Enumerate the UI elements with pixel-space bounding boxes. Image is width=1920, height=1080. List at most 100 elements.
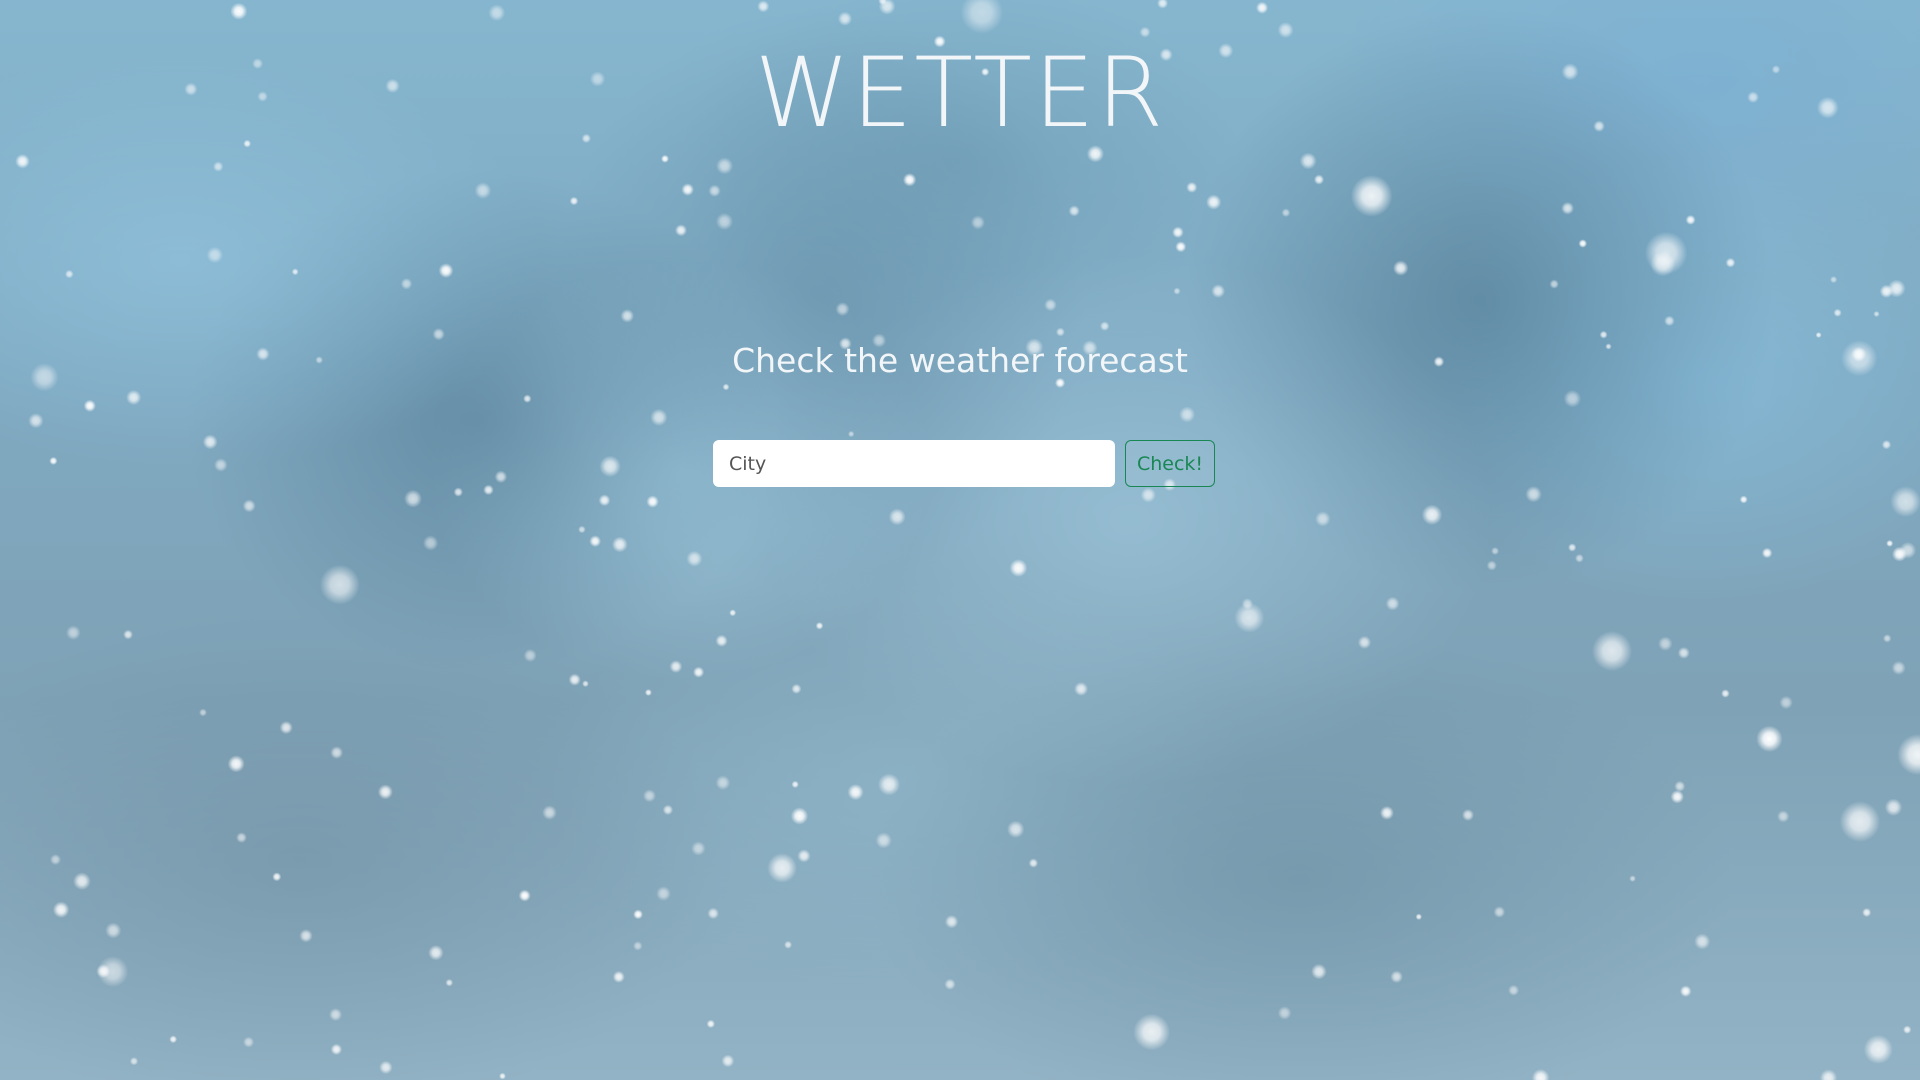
snowflake (837, 11, 853, 26)
snowflake (377, 784, 393, 800)
snowflake (1068, 205, 1080, 217)
snowflake (715, 775, 731, 790)
snowflake (1277, 1006, 1292, 1020)
snowflake (633, 941, 643, 951)
snowflake (291, 268, 299, 276)
snowflake (52, 901, 70, 918)
snowflake (1525, 486, 1542, 503)
snowflake (1883, 634, 1892, 643)
snowflake (1179, 406, 1196, 423)
snowflake (686, 550, 703, 567)
snowflake (1899, 541, 1917, 559)
snowflake (299, 929, 313, 943)
snowflake (422, 535, 439, 551)
snowflake (65, 269, 74, 279)
snowflake (1315, 511, 1331, 527)
snowflake (582, 680, 589, 688)
snowflake (1575, 553, 1584, 563)
snowflake (1679, 985, 1692, 997)
snowflake (656, 886, 671, 901)
snowflake (644, 689, 652, 696)
snowflake (878, 0, 896, 15)
snowflake (944, 978, 956, 990)
snowflake (319, 564, 360, 605)
snowflake (1385, 596, 1400, 611)
check-button[interactable]: Check! (1125, 440, 1215, 487)
snowflake (438, 263, 454, 278)
snowflake (523, 648, 537, 663)
snowflake (96, 964, 111, 979)
snowflake (453, 487, 463, 497)
snowflake (797, 849, 811, 863)
snowflake (784, 940, 793, 949)
snowflake (1756, 725, 1783, 752)
snowflake (1862, 907, 1872, 918)
snowflake (791, 683, 802, 695)
snowflake (1563, 389, 1582, 408)
snowflake (708, 184, 721, 197)
snowflake (1415, 913, 1423, 920)
snowflake (790, 807, 809, 825)
snowflake (1044, 298, 1057, 312)
snowflake (1568, 543, 1577, 552)
snowflake (1833, 308, 1842, 317)
snowflake (611, 536, 628, 553)
snowflake (1873, 310, 1880, 318)
snowflake (815, 622, 824, 630)
snowflake (835, 302, 850, 317)
snowflake (721, 1054, 735, 1068)
snowflake (28, 413, 44, 429)
snowflake (1009, 559, 1028, 577)
snowflake (1664, 315, 1675, 327)
snowflake (1670, 790, 1685, 804)
snowflake (1886, 539, 1894, 547)
snowflake (1685, 214, 1696, 225)
snowflake (1881, 440, 1892, 450)
snowflake (73, 872, 91, 890)
snowflake (49, 456, 58, 465)
snowflake (1677, 646, 1690, 659)
snowflake (542, 805, 557, 820)
snowflake (230, 2, 248, 20)
snowflake (715, 212, 734, 231)
city-input[interactable] (713, 440, 1115, 487)
snowflake (400, 278, 413, 290)
snowflake (888, 508, 906, 526)
snowflake (1211, 284, 1226, 298)
snowflake (1379, 805, 1394, 820)
snowflake (1390, 970, 1403, 984)
snowflake (279, 721, 293, 735)
snowflake (488, 4, 506, 22)
snowflake (599, 455, 621, 477)
snowflake (1531, 1069, 1550, 1080)
snowflake (1578, 239, 1588, 248)
snowflake (445, 978, 454, 987)
snowflake (1206, 194, 1222, 210)
snowflake (379, 1060, 393, 1075)
snowflake (1903, 1025, 1912, 1034)
snowflake (729, 609, 737, 617)
snowflake (1175, 241, 1187, 253)
snowflake (848, 430, 855, 438)
snowflake (1234, 602, 1265, 633)
snowflake (483, 484, 494, 496)
snowflake (1839, 801, 1881, 842)
snowflake (1313, 174, 1325, 185)
snowflake (83, 399, 96, 412)
snowflake (1393, 260, 1409, 276)
snowflake (675, 224, 687, 237)
snowflake (1099, 321, 1110, 331)
snowflake (791, 780, 799, 789)
snowflake (129, 1057, 139, 1066)
snowflake (105, 922, 122, 939)
snowflake (578, 525, 586, 534)
snowflake (1256, 1, 1269, 14)
snowflake (569, 196, 579, 206)
snowflake (330, 1043, 343, 1056)
snowflake (716, 157, 734, 175)
snowflake (1891, 660, 1906, 675)
snowflake (589, 535, 602, 548)
snowflake (494, 470, 508, 484)
snowflake (1462, 809, 1474, 821)
snowflake (1173, 287, 1181, 295)
